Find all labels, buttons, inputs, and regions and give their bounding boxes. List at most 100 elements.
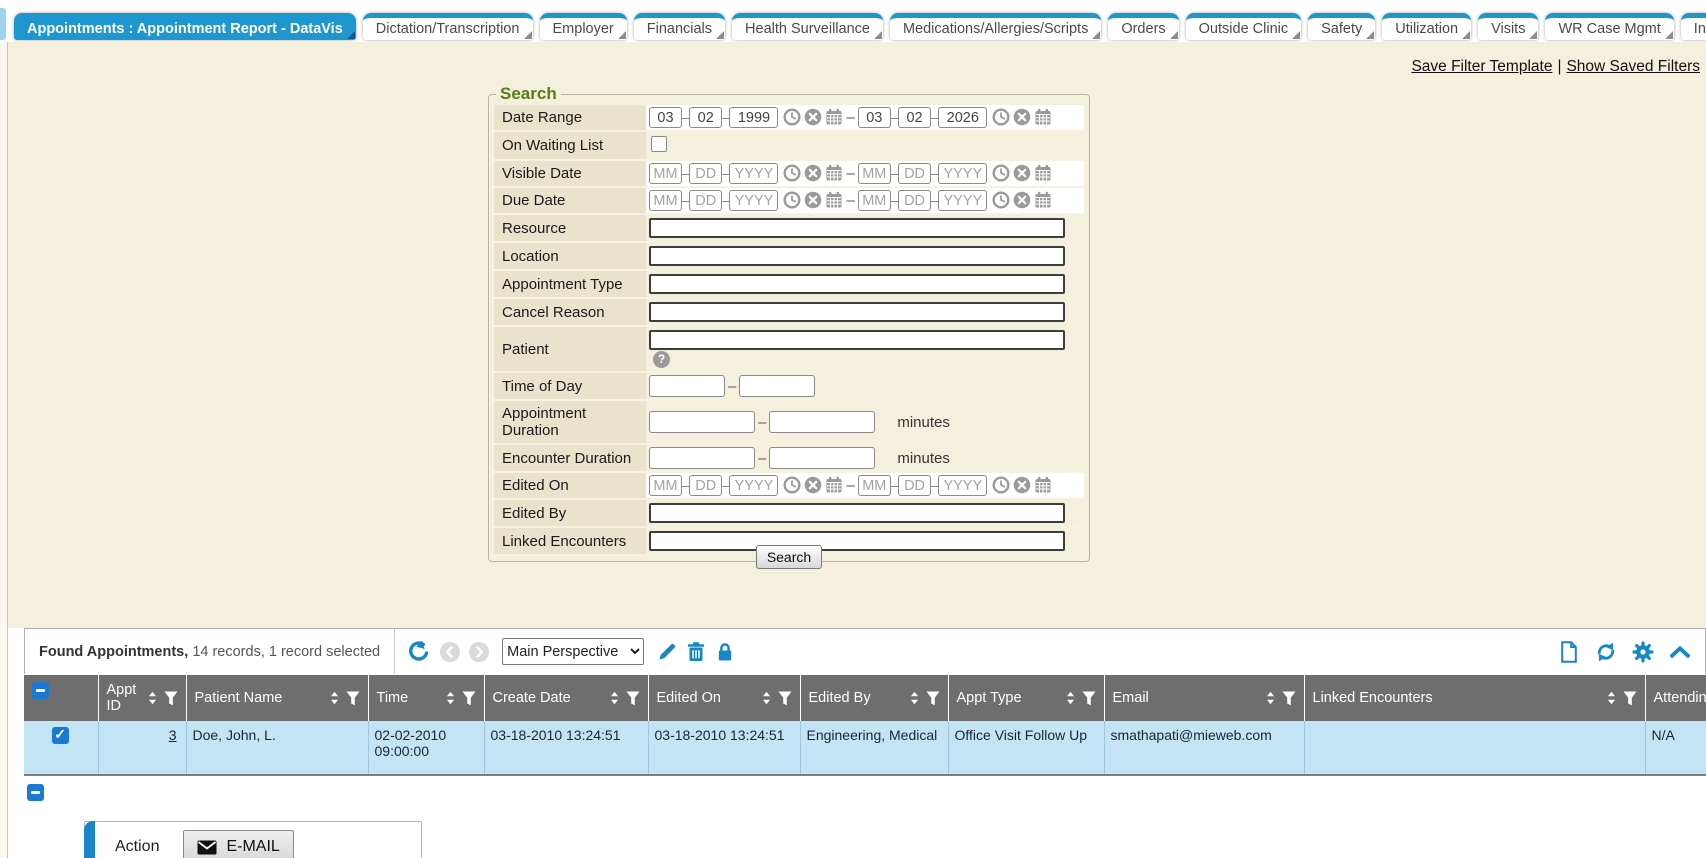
new-document-icon[interactable] bbox=[1558, 641, 1580, 663]
settings-icon[interactable] bbox=[1632, 641, 1654, 663]
clock-icon[interactable] bbox=[992, 476, 1010, 494]
to-year-input[interactable] bbox=[938, 163, 987, 184]
edited-by-input[interactable] bbox=[649, 503, 1065, 523]
clock-icon[interactable] bbox=[992, 164, 1010, 182]
on-waiting-list-checkbox[interactable] bbox=[651, 136, 667, 152]
tab-safety[interactable]: Safety bbox=[1308, 13, 1375, 40]
from-year-input[interactable] bbox=[729, 107, 778, 128]
column-header-edited-on[interactable]: Edited On bbox=[648, 675, 800, 722]
from-year-input[interactable] bbox=[729, 163, 778, 184]
to-day-input[interactable] bbox=[898, 163, 931, 184]
tab-medications-allergies-scripts[interactable]: Medications/Allergies/Scripts bbox=[890, 13, 1101, 40]
tab-dictation-transcription[interactable]: Dictation/Transcription bbox=[363, 13, 533, 40]
column-header-edited-by[interactable]: Edited By bbox=[800, 675, 948, 722]
to-year-input[interactable] bbox=[938, 475, 987, 496]
linked-encounters-input[interactable] bbox=[649, 531, 1065, 551]
column-header-linked-encounters[interactable]: Linked Encounters bbox=[1304, 675, 1645, 722]
perspective-select[interactable]: Main Perspective bbox=[502, 638, 644, 665]
filter-icon[interactable] bbox=[1082, 691, 1096, 706]
patient-input[interactable] bbox=[649, 330, 1065, 350]
clear-icon[interactable] bbox=[1013, 164, 1031, 182]
save-filter-template-link[interactable]: Save Filter Template bbox=[1411, 58, 1552, 75]
calendar-icon[interactable] bbox=[1034, 164, 1052, 182]
tab-wr-case-mgmt[interactable]: WR Case Mgmt bbox=[1545, 13, 1673, 40]
sort-icon[interactable] bbox=[761, 690, 772, 706]
time-to-input[interactable] bbox=[739, 375, 815, 397]
lock-icon[interactable] bbox=[715, 642, 735, 662]
row-select-checkbox[interactable] bbox=[52, 727, 69, 744]
appointment-type-input[interactable] bbox=[649, 274, 1065, 294]
from-month-input[interactable] bbox=[649, 190, 682, 211]
filter-icon[interactable] bbox=[164, 691, 178, 706]
time-from-input[interactable] bbox=[649, 375, 725, 397]
tab-health-surveillance[interactable]: Health Surveillance bbox=[732, 13, 883, 40]
clear-icon[interactable] bbox=[1013, 108, 1031, 126]
undo-icon[interactable] bbox=[407, 640, 431, 664]
to-day-input[interactable] bbox=[898, 107, 931, 128]
edit-icon[interactable] bbox=[657, 642, 677, 662]
from-month-input[interactable] bbox=[649, 163, 682, 184]
column-header-create-date[interactable]: Create Date bbox=[484, 675, 648, 722]
filter-icon[interactable] bbox=[346, 691, 360, 706]
forward-icon[interactable] bbox=[469, 642, 489, 662]
filter-icon[interactable] bbox=[626, 691, 640, 706]
tab-industrial-hygiene[interactable]: Industrial Hygiene bbox=[1681, 13, 1706, 40]
from-day-input[interactable] bbox=[689, 163, 722, 184]
from-day-input[interactable] bbox=[689, 475, 722, 496]
email-button[interactable]: E-MAIL bbox=[183, 830, 293, 858]
duration-min-input[interactable] bbox=[649, 411, 755, 433]
from-year-input[interactable] bbox=[729, 475, 778, 496]
search-button[interactable]: Search bbox=[756, 545, 822, 569]
column-header-appt-id[interactable]: Appt ID bbox=[98, 675, 186, 722]
calendar-icon[interactable] bbox=[1034, 476, 1052, 494]
tab-utilization[interactable]: Utilization bbox=[1382, 13, 1471, 40]
clock-icon[interactable] bbox=[783, 476, 801, 494]
from-day-input[interactable] bbox=[689, 190, 722, 211]
column-header-appt-type[interactable]: Appt Type bbox=[948, 675, 1104, 722]
sort-icon[interactable] bbox=[1606, 690, 1617, 706]
calendar-icon[interactable] bbox=[825, 164, 843, 182]
column-header-time[interactable]: Time bbox=[368, 675, 484, 722]
sort-icon[interactable] bbox=[445, 690, 456, 706]
to-month-input[interactable] bbox=[858, 163, 891, 184]
cancel-reason-input[interactable] bbox=[649, 302, 1065, 322]
help-icon[interactable] bbox=[653, 351, 670, 368]
clear-icon[interactable] bbox=[804, 476, 822, 494]
calendar-icon[interactable] bbox=[825, 476, 843, 494]
clear-icon[interactable] bbox=[804, 164, 822, 182]
filter-icon[interactable] bbox=[1623, 691, 1637, 706]
from-year-input[interactable] bbox=[729, 190, 778, 211]
tab-outside-clinic[interactable]: Outside Clinic bbox=[1186, 13, 1301, 40]
tab-employer[interactable]: Employer bbox=[540, 13, 627, 40]
tab-orders[interactable]: Orders bbox=[1108, 13, 1178, 40]
to-day-input[interactable] bbox=[898, 190, 931, 211]
refresh-icon[interactable] bbox=[1595, 641, 1617, 663]
calendar-icon[interactable] bbox=[1034, 108, 1052, 126]
back-icon[interactable] bbox=[440, 642, 460, 662]
from-month-input[interactable] bbox=[649, 107, 682, 128]
to-month-input[interactable] bbox=[858, 475, 891, 496]
sort-icon[interactable] bbox=[1065, 690, 1076, 706]
collapse-icon[interactable] bbox=[1669, 644, 1691, 659]
from-day-input[interactable] bbox=[689, 107, 722, 128]
to-day-input[interactable] bbox=[898, 475, 931, 496]
clock-icon[interactable] bbox=[783, 191, 801, 209]
appointment-row[interactable]: 3 Doe, John, L. 02-02-2010 09:00:00 03-1… bbox=[24, 721, 1706, 775]
to-year-input[interactable] bbox=[938, 190, 987, 211]
show-saved-filters-link[interactable]: Show Saved Filters bbox=[1566, 58, 1700, 75]
location-input[interactable] bbox=[649, 246, 1065, 266]
sort-icon[interactable] bbox=[1265, 690, 1276, 706]
clear-icon[interactable] bbox=[1013, 191, 1031, 209]
column-header-attending[interactable]: Attending bbox=[1645, 675, 1706, 722]
filter-icon[interactable] bbox=[778, 691, 792, 706]
clear-icon[interactable] bbox=[804, 191, 822, 209]
sort-icon[interactable] bbox=[909, 690, 920, 706]
filter-icon[interactable] bbox=[926, 691, 940, 706]
calendar-icon[interactable] bbox=[825, 191, 843, 209]
from-month-input[interactable] bbox=[649, 475, 682, 496]
to-month-input[interactable] bbox=[858, 190, 891, 211]
sort-icon[interactable] bbox=[147, 690, 158, 706]
collapse-row-actions-button[interactable] bbox=[27, 784, 44, 801]
calendar-icon[interactable] bbox=[825, 108, 843, 126]
calendar-icon[interactable] bbox=[1034, 191, 1052, 209]
